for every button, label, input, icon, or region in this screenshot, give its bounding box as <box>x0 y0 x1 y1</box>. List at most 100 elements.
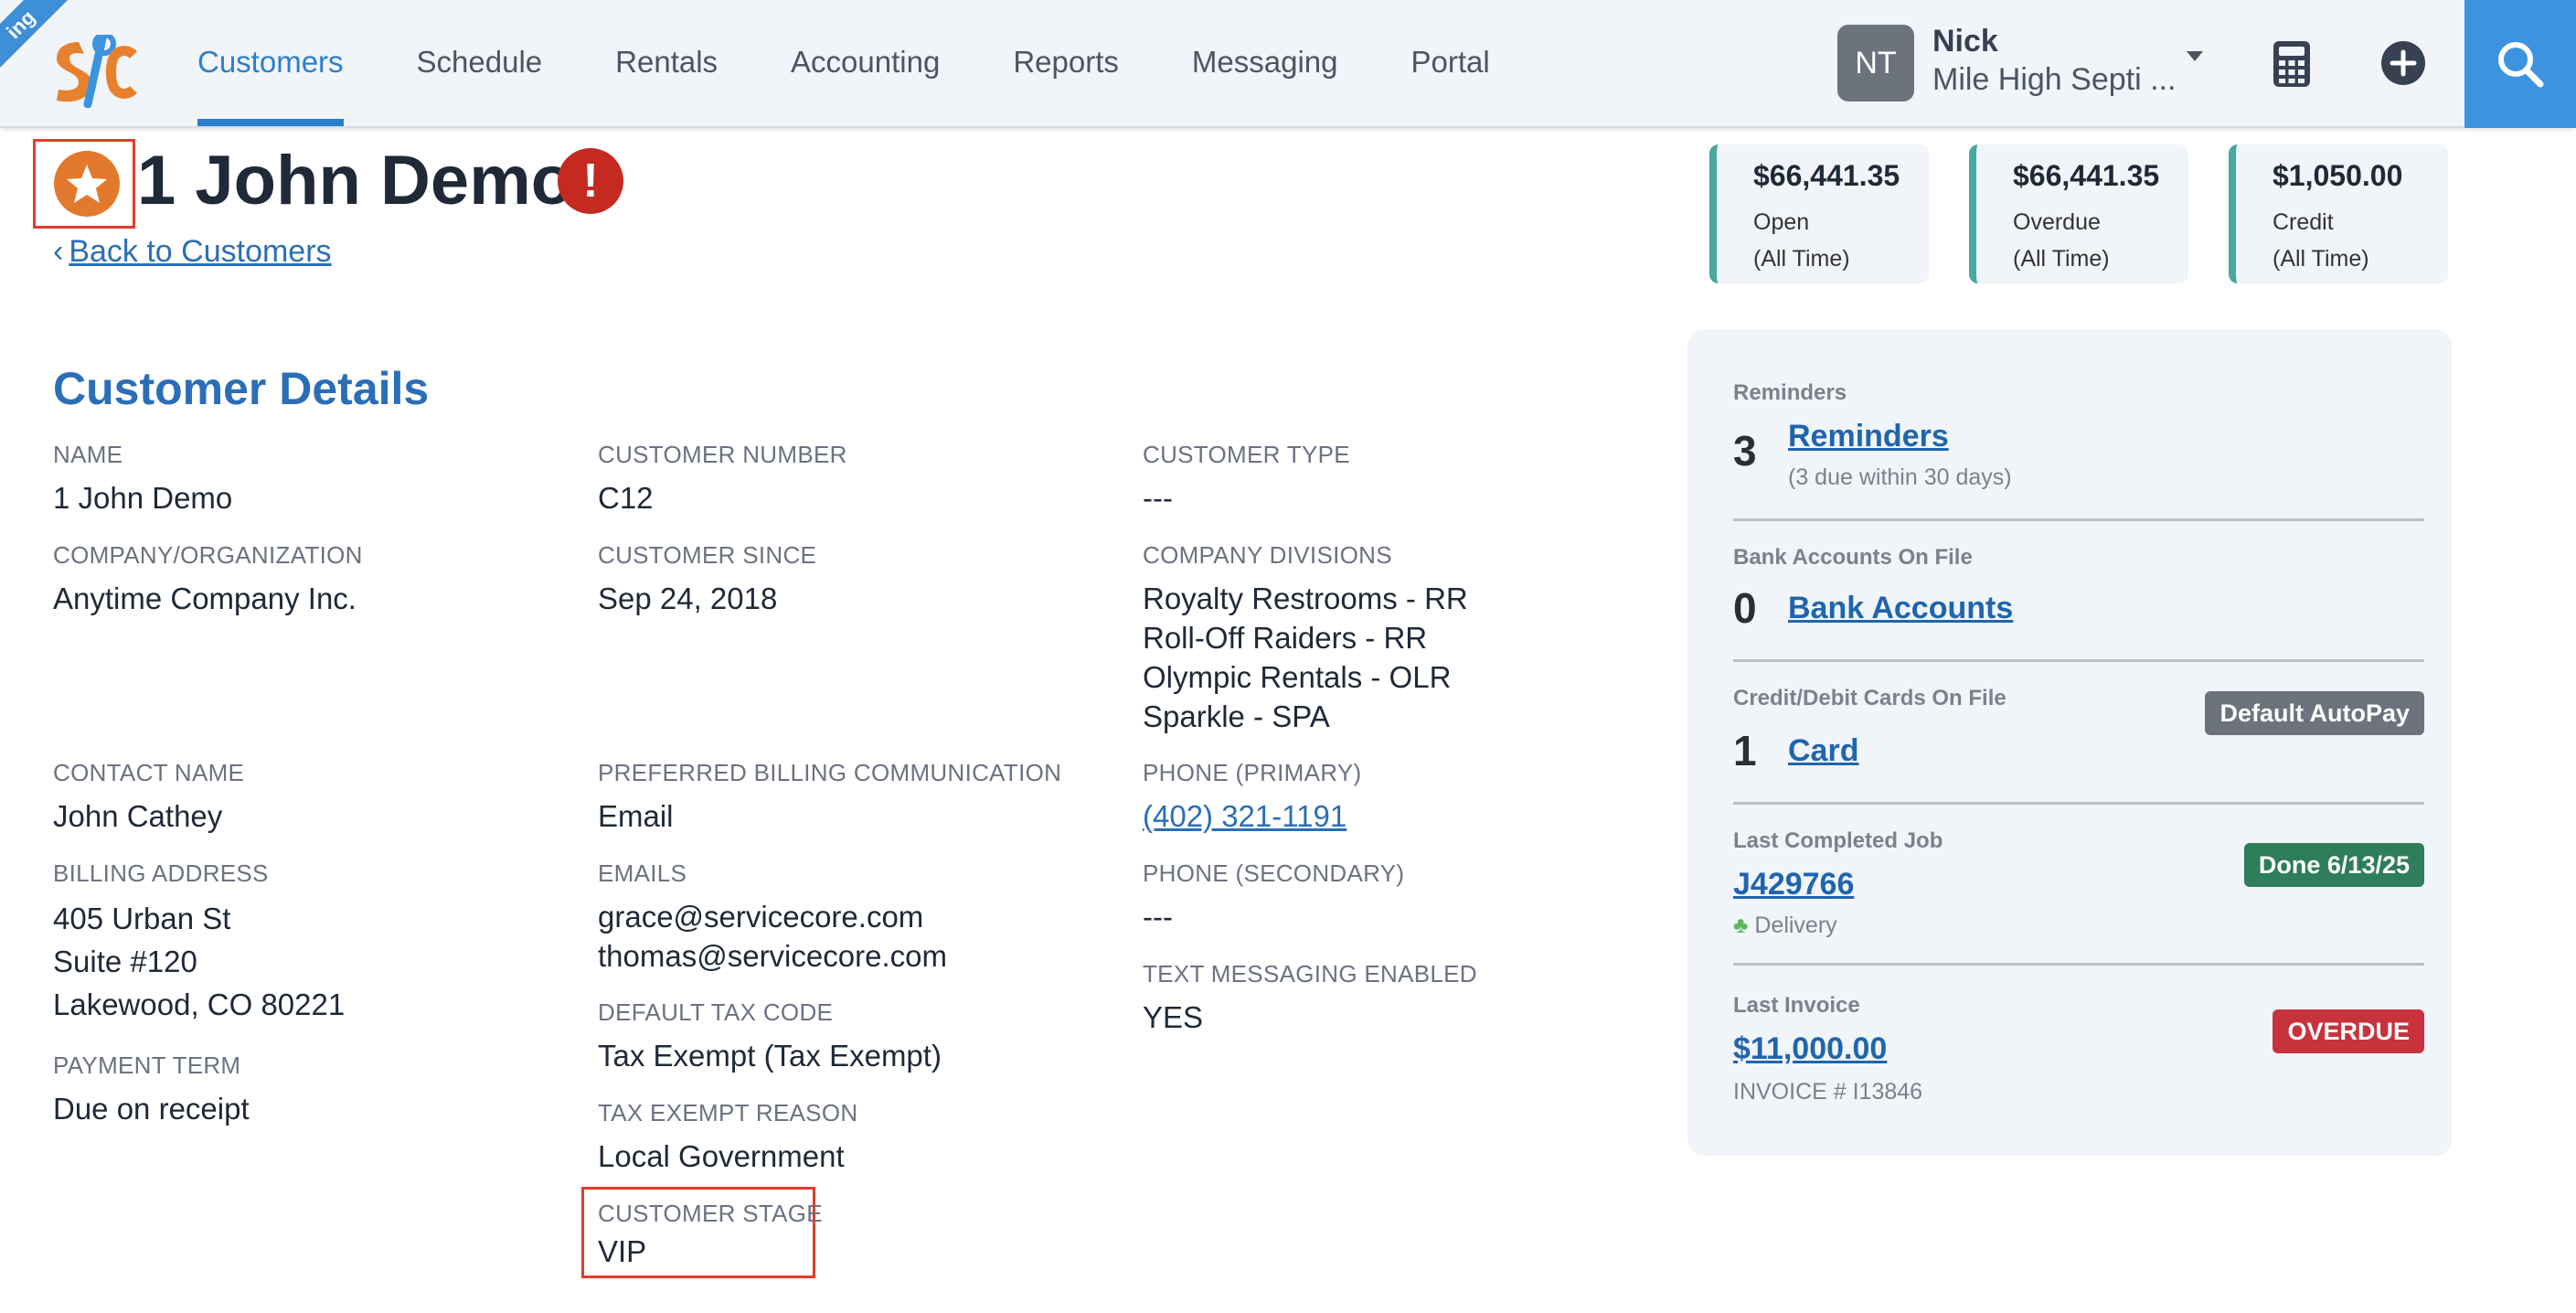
field-value: Sep 24, 2018 <box>598 582 778 615</box>
field-payment-term: PAYMENT TERM Due on receipt <box>53 1051 250 1128</box>
division-value: Roll-Off Raiders - RR <box>1143 621 1428 655</box>
phone-primary-link[interactable]: (402) 321-1191 <box>1143 796 1362 836</box>
last-invoice-link[interactable]: $11,000.00 <box>1733 1031 1887 1067</box>
address-line: Suite #120 <box>53 945 197 978</box>
summary-label: Credit (All Time) <box>2273 204 2448 277</box>
field-customer-number: CUSTOMER NUMBER C12 <box>598 441 847 518</box>
field-value: --- <box>1143 900 1173 934</box>
field-label: NAME <box>53 441 123 468</box>
user-name[interactable]: Nick <box>1932 24 1998 59</box>
chevron-down-icon[interactable] <box>2187 51 2203 61</box>
summary-label: Open (All Time) <box>1753 204 1929 277</box>
nav-customers[interactable]: Customers <box>197 0 344 126</box>
address-line: 405 Urban St <box>53 902 231 935</box>
address-line: Lakewood, CO 80221 <box>53 987 346 1021</box>
field-name: NAME 1 John Demo <box>53 441 232 518</box>
nav-reports[interactable]: Reports <box>1013 0 1119 126</box>
field-label: EMAILS <box>598 859 687 887</box>
field-contact-name: CONTACT NAME John Cathey <box>53 759 244 836</box>
top-navigation-bar: ing Customers Schedule Rentals Accountin… <box>0 0 2576 128</box>
servicecore-logo[interactable] <box>48 35 139 108</box>
last-job-link[interactable]: J429766 <box>1733 867 1854 902</box>
back-to-customers-link[interactable]: ‹ Back to Customers <box>53 234 332 270</box>
field-label: PAYMENT TERM <box>53 1051 241 1079</box>
star-icon <box>54 151 120 217</box>
field-customer-stage: CUSTOMER STAGE VIP <box>598 1200 823 1271</box>
field-label: CUSTOMER TYPE <box>1143 441 1350 468</box>
summary-period: (All Time) <box>2013 246 2110 272</box>
field-value: grace@servicecore.com thomas@servicecore… <box>598 897 947 976</box>
field-label: PHONE (SECONDARY) <box>1143 859 1405 887</box>
nav-messaging[interactable]: Messaging <box>1192 0 1338 126</box>
field-value: Email <box>598 799 674 833</box>
invoice-number: INVOICE # I13846 <box>1733 1079 1923 1105</box>
summary-amount: $66,441.35 <box>1753 159 1900 192</box>
field-value: Royalty Restrooms - RR Roll-Off Raiders … <box>1143 579 1468 736</box>
field-customer-since: CUSTOMER SINCE Sep 24, 2018 <box>598 541 816 618</box>
search-button[interactable] <box>2464 0 2576 128</box>
field-value: John Cathey <box>53 799 223 833</box>
field-default-tax-code: DEFAULT TAX CODE Tax Exempt (Tax Exempt) <box>598 998 942 1075</box>
summary-card-open[interactable]: $66,441.35 Open (All Time) <box>1709 144 1929 283</box>
field-label: PREFERRED BILLING COMMUNICATION <box>598 759 1062 786</box>
nav-schedule[interactable]: Schedule <box>417 0 543 126</box>
nav-rentals[interactable]: Rentals <box>615 0 718 126</box>
email-value: grace@servicecore.com <box>598 900 924 934</box>
field-label: TEXT MESSAGING ENABLED <box>1143 960 1477 987</box>
summary-card-credit[interactable]: $1,050.00 Credit (All Time) <box>2229 144 2448 283</box>
field-label: COMPANY DIVISIONS <box>1143 541 1392 569</box>
page-title: 1 John Demo <box>137 142 574 219</box>
summary-period: (All Time) <box>2273 246 2369 272</box>
calculator-icon[interactable] <box>2273 40 2311 88</box>
email-value: thomas@servicecore.com <box>598 939 947 973</box>
field-billing-address: BILLING ADDRESS 405 Urban St Suite #120 … <box>53 859 345 1026</box>
add-icon[interactable] <box>2380 40 2426 86</box>
bank-count: 0 <box>1733 584 1757 632</box>
summary-card-overdue[interactable]: $66,441.35 Overdue (All Time) <box>1969 144 2188 283</box>
field-company: COMPANY/ORGANIZATION Anytime Company Inc… <box>53 541 363 618</box>
field-value: Anytime Company Inc. <box>53 582 357 615</box>
summary-label-text: Overdue <box>2013 209 2101 235</box>
clover-icon: ♣ <box>1733 913 1749 938</box>
favorite-star-button[interactable] <box>33 139 135 229</box>
field-company-divisions: COMPANY DIVISIONS Royalty Restrooms - RR… <box>1143 541 1468 736</box>
field-label: CUSTOMER STAGE <box>598 1200 823 1227</box>
user-avatar[interactable]: NT <box>1837 25 1914 101</box>
last-job-section: Last Completed Job J429766 ♣ Delivery Do… <box>1733 828 2424 966</box>
alert-icon[interactable]: ! <box>558 148 623 214</box>
field-label: PHONE (PRIMARY) <box>1143 759 1362 786</box>
field-label: DEFAULT TAX CODE <box>598 998 834 1026</box>
nav-portal[interactable]: Portal <box>1410 0 1489 126</box>
field-label: CUSTOMER NUMBER <box>598 441 847 468</box>
section-label: Reminders <box>1733 380 1847 405</box>
summary-amount: $66,441.35 <box>2013 159 2160 192</box>
field-label: CONTACT NAME <box>53 759 245 786</box>
field-label: TAX EXEMPT REASON <box>598 1099 858 1126</box>
field-value: Tax Exempt (Tax Exempt) <box>598 1039 942 1073</box>
summary-label: Overdue (All Time) <box>2013 204 2188 277</box>
nav-accounting[interactable]: Accounting <box>791 0 940 126</box>
section-label: Bank Accounts On File <box>1733 545 1973 570</box>
field-value: Due on receipt <box>53 1092 250 1126</box>
field-value: 405 Urban St Suite #120 Lakewood, CO 802… <box>53 897 345 1026</box>
field-label: COMPANY/ORGANIZATION <box>53 541 363 569</box>
field-phone-primary: PHONE (PRIMARY) (402) 321-1191 <box>1143 759 1362 836</box>
reminders-count: 3 <box>1733 427 1757 475</box>
reminders-section: Reminders 3 Reminders (3 due within 30 d… <box>1733 380 2424 521</box>
field-label: BILLING ADDRESS <box>53 859 269 887</box>
user-company[interactable]: Mile High Septi ... <box>1932 62 2176 98</box>
field-value: Local Government <box>598 1139 845 1173</box>
overdue-badge: OVERDUE <box>2273 1009 2424 1053</box>
summary-period: (All Time) <box>1753 246 1850 272</box>
last-invoice-section: Last Invoice $11,000.00 INVOICE # I13846… <box>1733 993 2424 1112</box>
chevron-left-icon: ‹ <box>53 234 64 269</box>
cards-section: Credit/Debit Cards On File 1 Card Defaul… <box>1733 686 2424 805</box>
card-link[interactable]: Card <box>1788 733 1858 769</box>
field-label: CUSTOMER SINCE <box>598 541 817 569</box>
job-done-badge: Done 6/13/25 <box>2243 843 2424 887</box>
bank-accounts-link[interactable]: Bank Accounts <box>1788 591 2013 626</box>
field-phone-secondary: PHONE (SECONDARY) --- <box>1143 859 1404 936</box>
field-tax-exempt-reason: TAX EXEMPT REASON Local Government <box>598 1099 857 1176</box>
reminders-link[interactable]: Reminders <box>1788 419 1949 454</box>
job-type: ♣ Delivery <box>1733 913 1837 939</box>
